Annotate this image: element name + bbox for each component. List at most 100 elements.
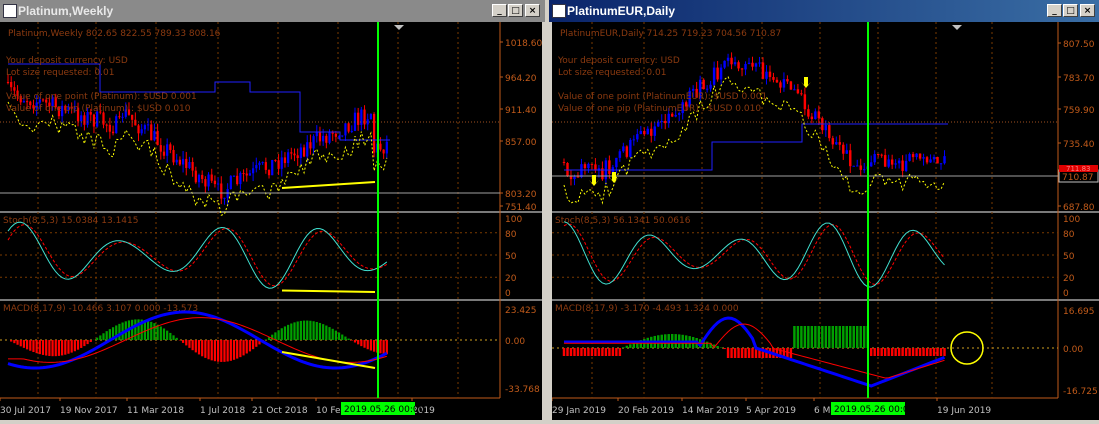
macd-histogram-bar	[344, 337, 346, 340]
close-button[interactable]: ×	[1080, 4, 1095, 17]
candle-body	[636, 134, 638, 139]
candle-body	[580, 164, 582, 177]
candle-body	[322, 136, 324, 142]
deposit-info-line: Lot size requested: 0.01	[6, 68, 114, 78]
macd-histogram-bar	[348, 339, 350, 340]
macd-histogram-bar	[360, 340, 362, 346]
candle-body	[880, 155, 882, 156]
candle-body	[643, 131, 645, 134]
candle-body	[873, 154, 875, 162]
candle-body	[807, 109, 809, 116]
candle-body	[300, 147, 302, 158]
window-titlebar[interactable]: Platinum,Weekly _ □ ×	[0, 0, 545, 22]
price-axis-label: 1018.60	[505, 39, 542, 49]
candle-body	[940, 163, 942, 164]
macd-histogram-bar	[814, 326, 816, 348]
candle-body	[217, 184, 219, 185]
macd-histogram-bar	[594, 348, 596, 356]
price-axis-label: 964.20	[505, 74, 537, 84]
macd-axis-label: 0.00	[505, 337, 525, 347]
macd-histogram-bar	[58, 340, 60, 356]
candle-body	[566, 163, 568, 176]
macd-histogram-bar	[16, 340, 18, 345]
trendline-stoch	[282, 291, 375, 292]
candle-body	[379, 144, 381, 150]
minimize-button[interactable]: _	[492, 4, 507, 17]
macd-histogram-bar	[102, 333, 104, 340]
macd-histogram-bar	[626, 346, 628, 348]
macd-histogram-bar	[239, 340, 241, 357]
candle-body	[106, 125, 108, 126]
macd-histogram-bar	[281, 328, 283, 340]
time-axis-label: 30 Jul 2017	[0, 406, 51, 416]
macd-histogram-bar	[811, 326, 813, 348]
candle-body	[908, 154, 910, 161]
macd-histogram-bar	[730, 348, 732, 358]
candle-body	[860, 165, 862, 169]
macd-histogram-bar	[316, 322, 318, 340]
window-titlebar[interactable]: PlatinumEUR,Daily _ □ ×	[549, 0, 1099, 22]
candle-body	[591, 164, 593, 165]
price-axis-label: 751.40	[505, 203, 537, 213]
macd-histogram-bar	[134, 319, 136, 340]
macd-histogram-bar	[870, 348, 872, 356]
macd-histogram-bar	[566, 348, 568, 356]
chart-svg[interactable]: Platinum,Weekly 802.65 822.55 789.33 808…	[0, 22, 542, 420]
macd-histogram-bar	[211, 340, 213, 360]
macd-histogram-bar	[325, 326, 327, 340]
macd-histogram-bar	[312, 321, 314, 340]
macd-histogram-bar	[287, 325, 289, 340]
chart-canvas[interactable]: PlatinumEUR,Daily 714.25 719.23 704.56 7…	[552, 22, 1099, 420]
macd-histogram-bar	[236, 340, 238, 359]
macd-histogram-bar	[706, 342, 708, 348]
candle-body	[109, 125, 111, 132]
candle-body	[870, 162, 872, 166]
chart-canvas[interactable]: Platinum,Weekly 802.65 822.55 789.33 808…	[0, 22, 542, 420]
macd-histogram-bar	[83, 340, 85, 346]
candle-body	[919, 154, 921, 159]
candle-body	[144, 125, 146, 129]
macd-histogram-bar	[29, 340, 31, 351]
macd-histogram-bar	[45, 340, 47, 356]
candle-body	[706, 89, 708, 90]
macd-histogram-bar	[67, 340, 69, 354]
chart-window-platinumeur-daily[interactable]: PlatinumEUR,Daily _ □ × PlatinumEUR,Dail…	[549, 0, 1099, 420]
arrow-signal-icon	[801, 77, 811, 88]
maximize-button[interactable]: □	[1063, 4, 1078, 17]
macd-histogram-bar	[849, 326, 851, 348]
macd-histogram-bar	[42, 340, 44, 355]
candle-body	[115, 116, 117, 133]
macd-histogram-bar	[23, 340, 25, 348]
candle-body	[7, 82, 9, 83]
candle-body	[790, 81, 792, 89]
macd-histogram-bar	[335, 331, 337, 340]
close-button[interactable]: ×	[525, 4, 540, 17]
candle-body	[93, 115, 95, 127]
macd-histogram-bar	[587, 348, 589, 356]
macd-histogram-bar	[943, 348, 945, 356]
macd-histogram-bar	[873, 348, 875, 356]
maximize-button[interactable]: □	[508, 4, 523, 17]
candle-body	[290, 152, 292, 153]
candle-body	[284, 157, 286, 163]
macd-histogram-bar	[933, 348, 935, 356]
chart-svg[interactable]: PlatinumEUR,Daily 714.25 719.23 704.56 7…	[552, 22, 1099, 420]
candle-body	[779, 82, 781, 87]
candle-body	[573, 177, 575, 179]
candle-body	[783, 79, 785, 88]
macd-histogram-bar	[591, 348, 593, 356]
macd-histogram-bar	[842, 326, 844, 348]
candle-body	[297, 155, 299, 158]
chart-window-platinum-weekly[interactable]: Platinum,Weekly _ □ × Platinum,Weekly 80…	[0, 0, 545, 420]
candle-body	[316, 132, 318, 136]
minimize-button[interactable]: _	[1047, 4, 1062, 17]
macd-histogram-bar	[195, 340, 197, 352]
candle-body	[341, 135, 343, 136]
candle-body	[633, 139, 635, 140]
candle-body	[748, 63, 750, 64]
macd-histogram-bar	[887, 348, 889, 356]
macd-histogram-bar	[573, 348, 575, 356]
candle-body	[734, 62, 736, 64]
macd-histogram-bar	[74, 340, 76, 351]
candle-body	[309, 142, 311, 148]
